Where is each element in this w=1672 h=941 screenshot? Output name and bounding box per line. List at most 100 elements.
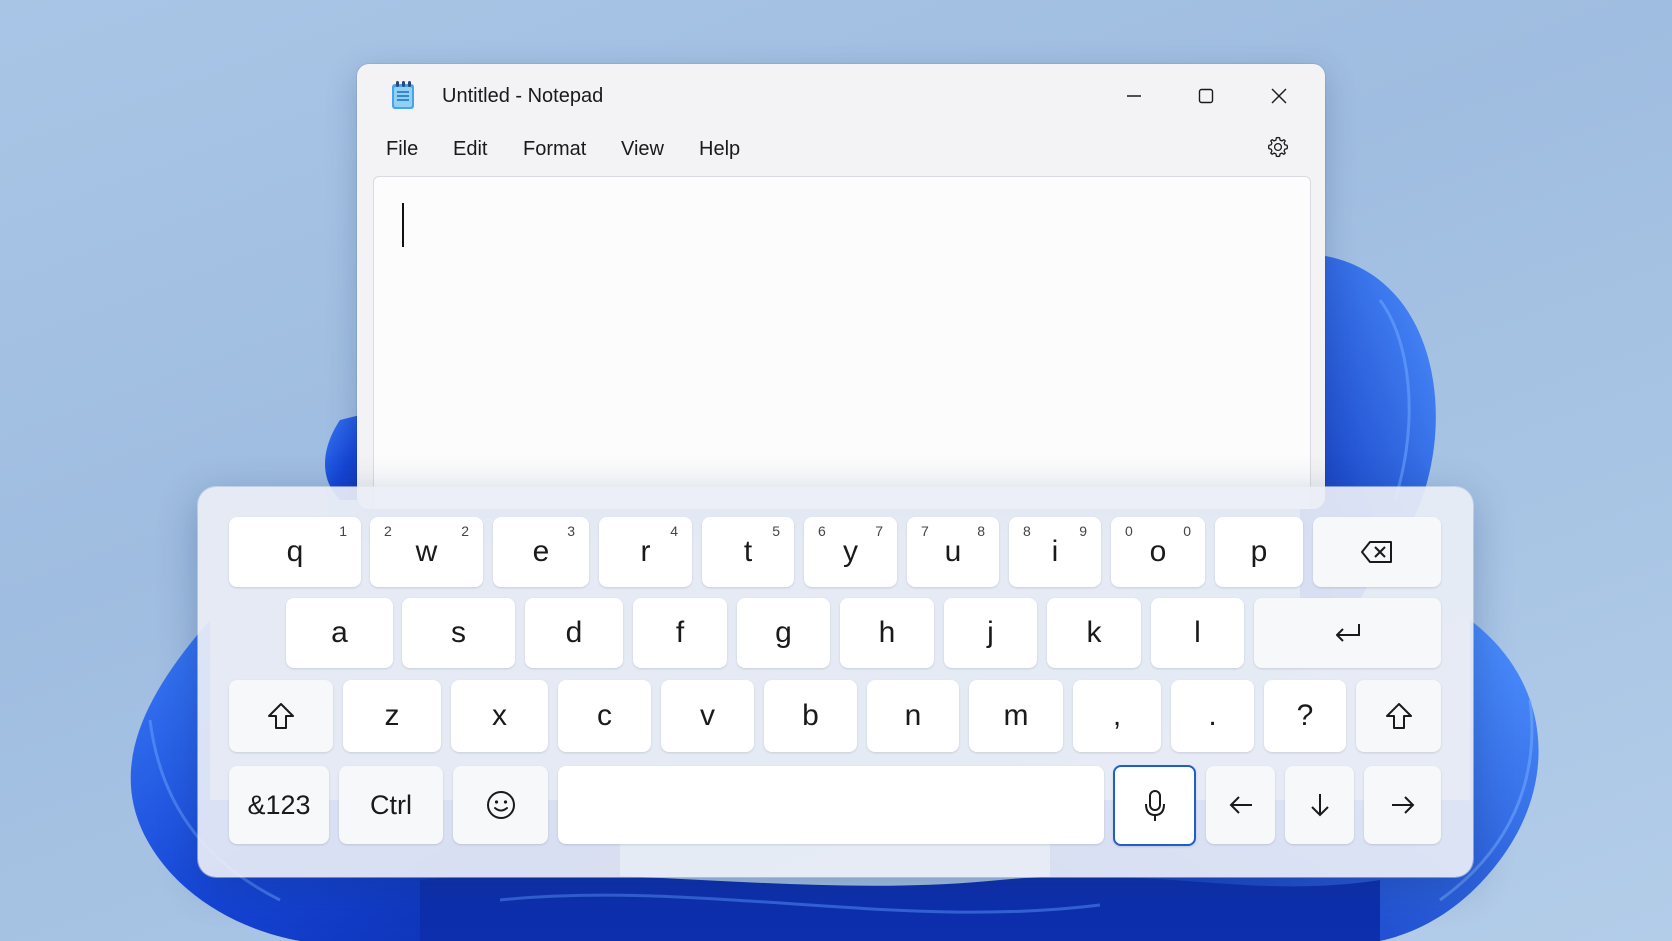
minimize-icon	[1127, 95, 1141, 97]
key-hint: 7	[875, 523, 883, 539]
settings-button[interactable]	[1263, 132, 1293, 162]
key-comma[interactable]: ,	[1073, 680, 1161, 752]
key-label: d	[565, 616, 583, 649]
key-r[interactable]: r 4	[599, 517, 692, 587]
key-question[interactable]: ?	[1264, 680, 1346, 752]
key-label: .	[1208, 699, 1217, 732]
key-c[interactable]: c	[558, 680, 651, 752]
title-bar[interactable]: Untitled - Notepad	[357, 64, 1325, 124]
key-g[interactable]: g	[737, 598, 830, 668]
ctrl-key[interactable]: Ctrl	[339, 766, 443, 844]
menu-file[interactable]: File	[386, 138, 418, 161]
symbols-key[interactable]: &123	[229, 766, 329, 844]
microphone-icon	[1144, 789, 1165, 821]
key-label: c	[597, 699, 612, 732]
key-hint: 4	[670, 523, 678, 539]
key-label: l	[1194, 616, 1201, 649]
key-hint: 6	[818, 523, 826, 539]
key-label: g	[775, 616, 792, 649]
key-label: ?	[1296, 699, 1314, 732]
key-label: w	[415, 535, 438, 568]
close-button[interactable]	[1253, 76, 1305, 116]
menu-edit[interactable]: Edit	[453, 138, 487, 161]
arrow-right-icon	[1391, 796, 1414, 814]
key-y[interactable]: 6 y 7	[804, 517, 897, 587]
key-h[interactable]: h	[840, 598, 934, 668]
key-n[interactable]: n	[867, 680, 959, 752]
key-hint: 1	[339, 523, 347, 539]
maximize-button[interactable]	[1180, 76, 1232, 116]
emoji-icon	[486, 791, 515, 819]
key-hint: 8	[1023, 523, 1031, 539]
key-p[interactable]: p	[1215, 517, 1303, 587]
key-v[interactable]: v	[661, 680, 754, 752]
enter-key[interactable]	[1254, 598, 1441, 668]
key-k[interactable]: k	[1047, 598, 1141, 668]
key-e[interactable]: e 3	[493, 517, 589, 587]
arrow-down-key[interactable]	[1285, 766, 1354, 844]
key-z[interactable]: z	[343, 680, 441, 752]
key-q[interactable]: q 1	[229, 517, 361, 587]
key-label: k	[1086, 616, 1102, 649]
key-label: z	[384, 699, 400, 732]
notepad-app-icon	[389, 80, 417, 110]
menu-help[interactable]: Help	[699, 138, 740, 161]
key-a[interactable]: a	[286, 598, 393, 668]
key-label: t	[743, 535, 753, 568]
key-hint: 2	[461, 523, 469, 539]
key-label: u	[944, 535, 962, 568]
key-label: &123	[247, 789, 311, 820]
key-label: m	[1003, 699, 1029, 732]
key-hint: 9	[1079, 523, 1087, 539]
close-icon	[1271, 88, 1287, 104]
key-j[interactable]: j	[944, 598, 1037, 668]
backspace-icon	[1361, 541, 1392, 563]
text-caret	[402, 203, 404, 247]
key-t[interactable]: t 5	[702, 517, 794, 587]
key-label: o	[1149, 535, 1167, 568]
key-x[interactable]: x	[451, 680, 548, 752]
key-hint: 0	[1183, 523, 1191, 539]
minimize-button[interactable]	[1108, 76, 1160, 116]
text-editor-area[interactable]	[373, 176, 1311, 509]
key-label: e	[532, 535, 550, 568]
key-label: i	[1051, 535, 1059, 568]
menu-format[interactable]: Format	[523, 138, 586, 161]
backspace-key[interactable]	[1313, 517, 1441, 587]
key-d[interactable]: d	[525, 598, 623, 668]
key-hint: 0	[1125, 523, 1133, 539]
key-i[interactable]: 8 i 9	[1009, 517, 1101, 587]
key-m[interactable]: m	[969, 680, 1063, 752]
enter-icon	[1335, 624, 1360, 642]
arrow-down-icon	[1310, 794, 1329, 817]
key-label: r	[640, 535, 651, 568]
key-label: j	[987, 616, 994, 649]
shift-key-right[interactable]	[1356, 680, 1441, 752]
key-label: q	[286, 535, 304, 568]
key-label: f	[675, 616, 685, 649]
key-s[interactable]: s	[402, 598, 515, 668]
gear-icon	[1267, 136, 1289, 158]
key-b[interactable]: b	[764, 680, 857, 752]
key-period[interactable]: .	[1171, 680, 1254, 752]
key-f[interactable]: f	[633, 598, 727, 668]
key-l[interactable]: l	[1151, 598, 1244, 668]
voice-typing-key[interactable]	[1113, 765, 1196, 846]
window-title: Untitled - Notepad	[442, 85, 604, 107]
arrow-left-icon	[1229, 796, 1252, 814]
shift-key-left[interactable]	[229, 680, 333, 752]
arrow-left-key[interactable]	[1206, 766, 1275, 844]
key-label: v	[700, 699, 715, 732]
key-w[interactable]: 2 w 2	[370, 517, 483, 587]
key-label: p	[1250, 535, 1268, 568]
key-label: a	[331, 616, 348, 649]
space-bar[interactable]	[558, 766, 1104, 844]
key-hint: 8	[977, 523, 985, 539]
shift-icon	[268, 703, 294, 729]
shift-icon	[1385, 703, 1412, 729]
arrow-right-key[interactable]	[1364, 766, 1441, 844]
emoji-key[interactable]	[453, 766, 548, 844]
menu-view[interactable]: View	[621, 138, 664, 161]
key-u[interactable]: 7 u 8	[907, 517, 999, 587]
key-o[interactable]: 0 o 0	[1111, 517, 1205, 587]
